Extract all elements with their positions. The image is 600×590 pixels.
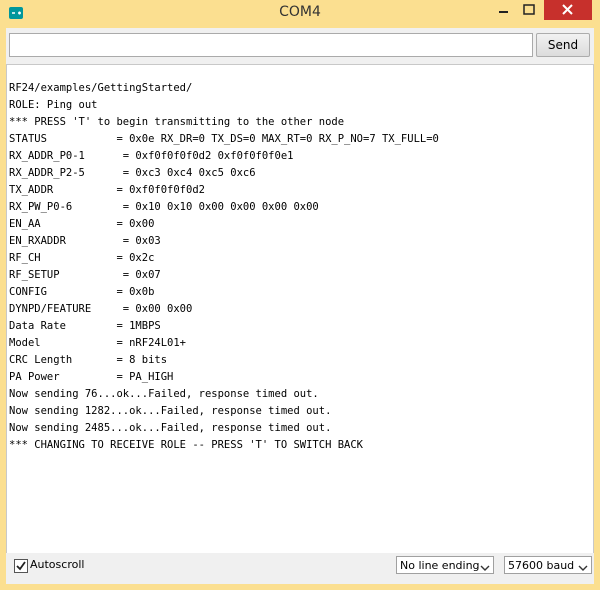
serial-output-text: RF24/examples/GettingStarted/ROLE: Ping … <box>9 80 439 454</box>
console-line: RX_ADDR_P2-5 = 0xc3 0xc4 0xc5 0xc6 <box>9 167 256 179</box>
console-line: Model = nRF24L01+ <box>9 337 187 349</box>
chevron-down-icon <box>480 561 490 579</box>
close-icon <box>544 4 592 24</box>
line-ending-value: No line ending <box>400 559 480 572</box>
minimize-icon <box>490 5 516 24</box>
console-line: TX_ADDR = 0xf0f0f0f0d2 <box>9 184 205 196</box>
console-line: ROLE: Ping out <box>9 99 98 111</box>
console-line: Now sending 76...ok...Failed, response t… <box>9 388 319 400</box>
autoscroll-label: Autoscroll <box>30 558 85 571</box>
console-line: *** PRESS 'T' to begin transmitting to t… <box>9 116 345 128</box>
console-line: CONFIG = 0x0b <box>9 286 155 298</box>
send-input[interactable] <box>9 33 533 57</box>
console-line: RX_PW_P0-6 = 0x10 0x10 0x00 0x00 0x00 0x… <box>9 201 319 213</box>
serial-output[interactable]: RF24/examples/GettingStarted/ROLE: Ping … <box>6 64 594 572</box>
autoscroll-checkbox[interactable] <box>14 559 28 573</box>
baud-rate-select[interactable]: 57600 baud <box>504 556 592 574</box>
console-line: RF_SETUP = 0x07 <box>9 269 161 281</box>
console-line: Now sending 1282...ok...Failed, response… <box>9 405 332 417</box>
console-line: *** CHANGING TO RECEIVE ROLE -- PRESS 'T… <box>9 439 364 451</box>
baud-rate-value: 57600 baud <box>508 559 575 572</box>
console-line: DYNPD/FEATURE = 0x00 0x00 <box>9 303 193 315</box>
close-button[interactable] <box>544 0 592 20</box>
console-line: EN_AA = 0x00 <box>9 218 155 230</box>
line-ending-select[interactable]: No line ending <box>396 556 494 574</box>
serial-monitor-body: Send RF24/examples/GettingStarted/ROLE: … <box>6 28 594 584</box>
console-line: RX_ADDR_P0-1 = 0xf0f0f0f0d2 0xf0f0f0f0e1 <box>9 150 294 162</box>
title-bar[interactable]: COM4 <box>0 0 600 28</box>
send-button[interactable]: Send <box>536 33 590 57</box>
console-line: Data Rate = 1MBPS <box>9 320 161 332</box>
chevron-down-icon <box>578 561 588 579</box>
console-line: STATUS = 0x0e RX_DR=0 TX_DS=0 MAX_RT=0 R… <box>9 133 439 145</box>
console-line: EN_RXADDR = 0x03 <box>9 235 161 247</box>
console-line: PA Power = PA_HIGH <box>9 371 174 383</box>
console-line: Now sending 2485...ok...Failed, response… <box>9 422 332 434</box>
console-line: RF_CH = 0x2c <box>9 252 155 264</box>
minimize-button[interactable] <box>490 0 516 20</box>
serial-monitor-window: COM4 Send RF24/examples/GettingStarted/R… <box>0 0 600 590</box>
maximize-icon <box>516 4 542 24</box>
console-line: RF24/examples/GettingStarted/ <box>9 82 193 94</box>
console-line: CRC Length = 8 bits <box>9 354 168 366</box>
maximize-button[interactable] <box>516 0 542 20</box>
status-bar: Autoscroll No line ending 57600 baud <box>6 553 594 584</box>
